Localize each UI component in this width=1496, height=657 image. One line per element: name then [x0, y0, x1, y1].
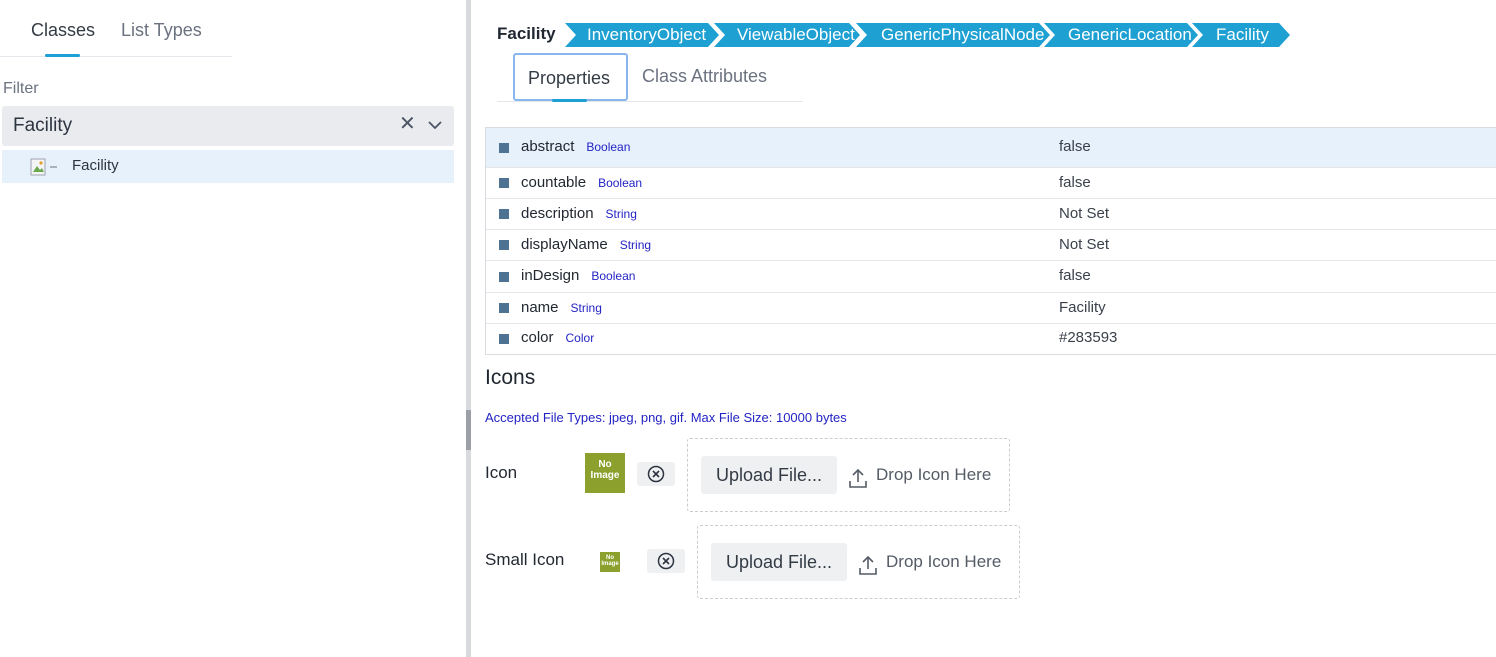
breadcrumb-label: InventoryObject	[587, 25, 707, 44]
property-type: String	[619, 238, 652, 252]
broken-image-icon	[30, 158, 57, 176]
panel-splitter[interactable]	[466, 0, 471, 657]
tab-properties-label: Properties	[528, 68, 611, 88]
properties-table: abstract Boolean false countable Boolean f…	[485, 127, 1496, 355]
left-tabs: Classes List Types	[0, 0, 232, 57]
property-type: Boolean	[598, 176, 643, 190]
row-bullet	[499, 272, 509, 282]
table-row[interactable]: displayName String Not Set	[486, 230, 1496, 261]
splitter-handle[interactable]	[466, 410, 471, 450]
table-row[interactable]: color Color #283593	[486, 324, 1496, 355]
property-value: #283593	[1059, 329, 1118, 346]
drop-icon-text: Drop Icon Here	[876, 465, 992, 484]
chevron-down-icon[interactable]	[425, 115, 445, 135]
property-name: displayName	[521, 236, 608, 253]
property-type: String	[605, 207, 637, 221]
table-row[interactable]: description String Not Set	[486, 199, 1496, 230]
icon-label: Icon	[485, 463, 518, 482]
no-image-placeholder: No Image	[585, 453, 625, 493]
small-icon-drop-zone[interactable]: Upload File... Drop Icon Here	[697, 525, 1020, 599]
property-value: false	[1059, 138, 1091, 155]
accepted-file-types-note: Accepted File Types: jpeg, png, gif. Max…	[485, 410, 847, 425]
remove-icon-button[interactable]	[637, 462, 675, 486]
small-icon-label: Small Icon	[485, 550, 565, 569]
tab-properties[interactable]: Properties	[513, 53, 628, 102]
detail-tabs: Properties Class Attributes	[497, 50, 803, 102]
no-image-text: No	[598, 459, 612, 470]
property-value: false	[1059, 174, 1091, 191]
remove-small-icon-button[interactable]	[647, 549, 685, 573]
icons-section-title: Icons	[485, 366, 536, 389]
active-tab-indicator	[552, 99, 587, 102]
upload-file-label: Upload File...	[726, 552, 833, 572]
upload-icon	[859, 555, 877, 575]
no-image-placeholder-small: No Image	[600, 552, 620, 572]
property-name: inDesign	[521, 267, 580, 284]
property-value: Facility	[1059, 299, 1106, 316]
no-image-text: Image	[601, 561, 619, 568]
table-row[interactable]: abstract Boolean false	[486, 128, 1496, 168]
breadcrumb-label: GenericLocation	[1068, 25, 1192, 44]
table-row[interactable]: countable Boolean false	[486, 168, 1496, 199]
property-type: String	[570, 301, 602, 315]
upload-file-button[interactable]: Upload File...	[711, 543, 847, 581]
tab-classes[interactable]: Classes	[31, 20, 95, 41]
property-value: Not Set	[1059, 236, 1110, 253]
property-type: Boolean	[591, 269, 636, 283]
row-bullet	[499, 178, 509, 188]
filter-select[interactable]: Facility ✕	[2, 106, 454, 146]
property-type: Boolean	[586, 140, 631, 154]
no-image-text: Image	[590, 469, 620, 481]
filter-value: Facility	[13, 115, 73, 136]
property-type: Color	[565, 331, 595, 345]
clear-icon[interactable]: ✕	[399, 114, 416, 134]
property-name: countable	[521, 174, 587, 191]
tree-item-facility[interactable]: Facility	[2, 150, 454, 183]
property-value: false	[1059, 267, 1091, 284]
upload-file-label: Upload File...	[716, 465, 823, 485]
property-name: color	[521, 329, 554, 346]
row-bullet	[499, 143, 509, 153]
property-value: Not Set	[1059, 205, 1110, 222]
close-circle-icon	[647, 465, 665, 483]
row-bullet	[499, 303, 509, 313]
table-row[interactable]: name String Facility	[486, 293, 1496, 324]
breadcrumb-label: Facility	[1216, 25, 1269, 44]
page-title: Facility	[497, 24, 556, 43]
property-name: abstract	[521, 138, 575, 155]
row-bullet	[499, 334, 509, 344]
icon-drop-zone[interactable]: Upload File... Drop Icon Here	[687, 438, 1010, 512]
active-tab-indicator	[45, 54, 80, 57]
upload-file-button[interactable]: Upload File...	[701, 456, 837, 494]
table-row[interactable]: inDesign Boolean false	[486, 261, 1496, 293]
breadcrumb-label: GenericPhysicalNode	[881, 25, 1045, 44]
upload-icon	[849, 468, 867, 488]
drop-icon-text: Drop Icon Here	[886, 552, 1002, 571]
tab-list-types[interactable]: List Types	[121, 20, 202, 41]
breadcrumb-label: ViewableObject	[737, 25, 855, 44]
property-name: description	[521, 205, 594, 222]
tab-class-attributes[interactable]: Class Attributes	[642, 66, 767, 87]
property-name: name	[521, 299, 559, 316]
class-browser-panel: Classes List Types Filter Facility ✕ Fac…	[0, 0, 466, 657]
row-bullet	[499, 209, 509, 219]
filter-label: Filter	[3, 80, 39, 97]
tree-item-label: Facility	[72, 157, 119, 174]
close-circle-icon	[657, 552, 675, 570]
row-bullet	[499, 240, 509, 250]
